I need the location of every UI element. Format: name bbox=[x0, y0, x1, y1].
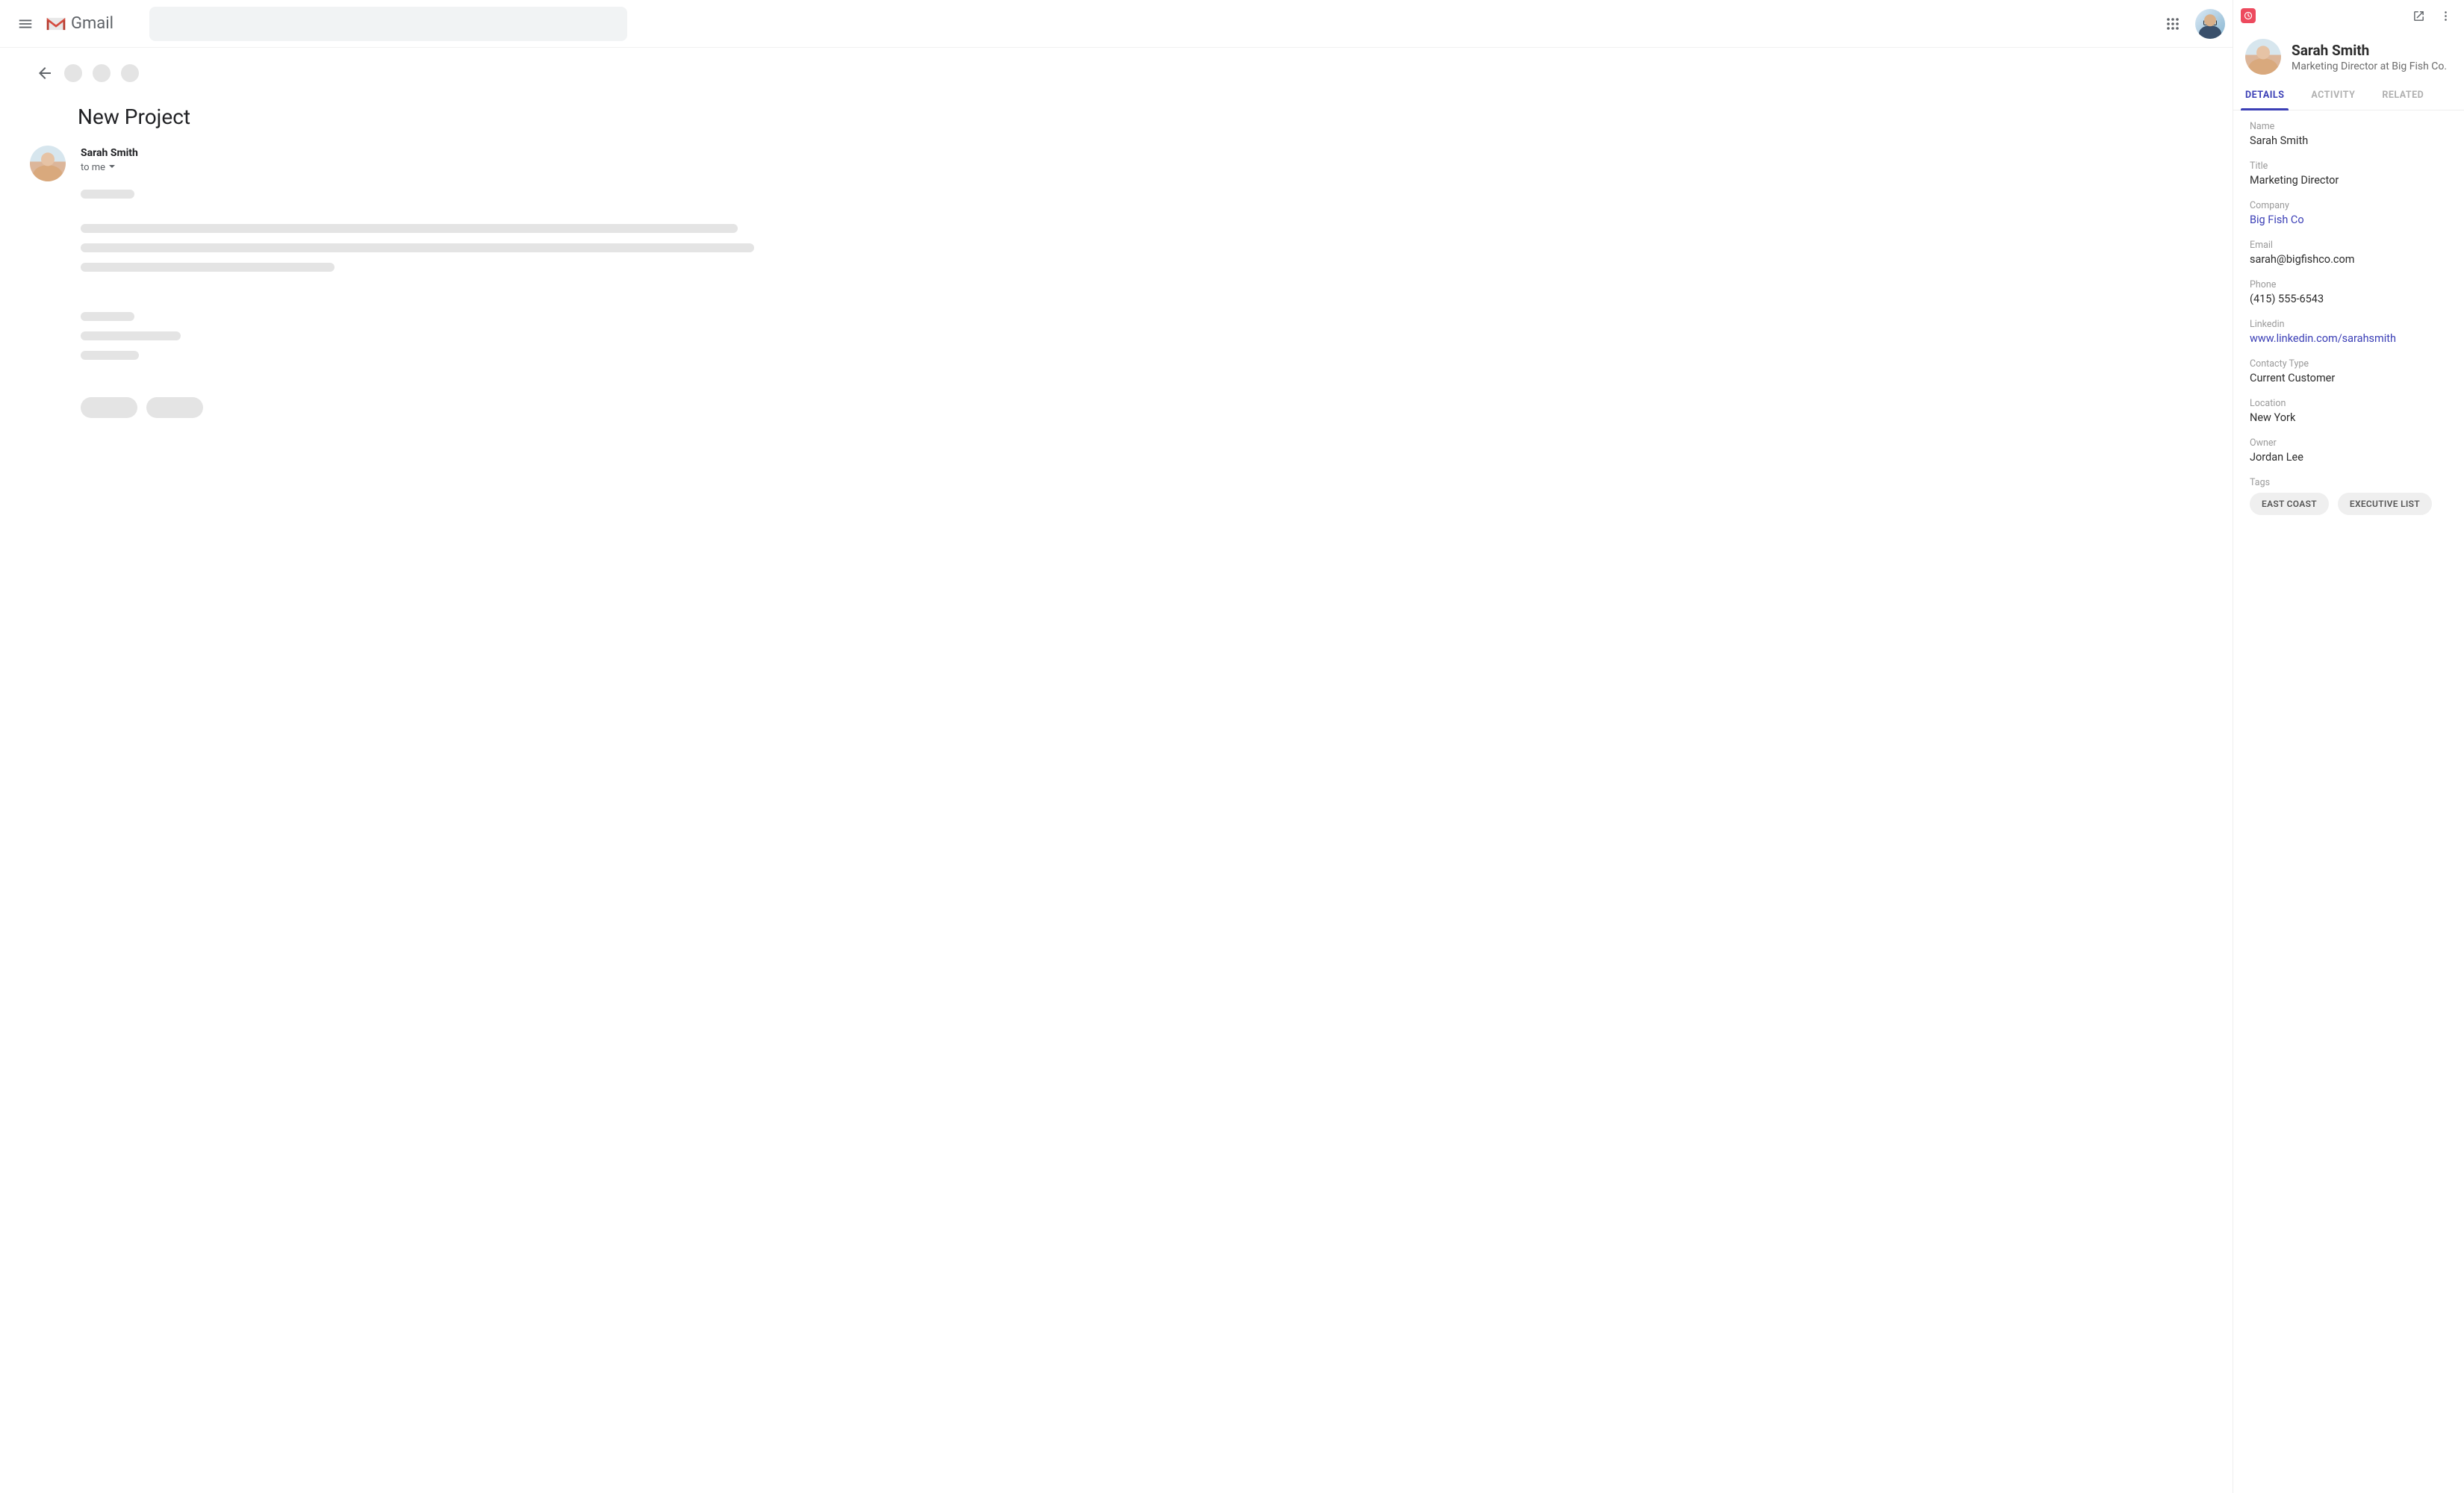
gmail-header: Gmail bbox=[0, 0, 2233, 48]
field-phone: Phone (415) 555-6543 bbox=[2250, 279, 2448, 305]
contact-subtitle: Marketing Director at Big Fish Co. bbox=[2292, 60, 2447, 72]
field-label: Location bbox=[2250, 398, 2448, 409]
gmail-logo-text: Gmail bbox=[71, 14, 113, 33]
contact-avatar[interactable] bbox=[2245, 39, 2281, 75]
main-menu-button[interactable] bbox=[7, 6, 43, 42]
hamburger-icon bbox=[17, 16, 34, 32]
gmail-app: Gmail New Project bbox=[0, 0, 2233, 1493]
to-line-text: to me bbox=[81, 162, 105, 173]
search-input[interactable] bbox=[149, 7, 627, 41]
reply-actions bbox=[81, 397, 2197, 418]
crm-brand-badge[interactable] bbox=[2241, 8, 2256, 23]
field-value: New York bbox=[2250, 411, 2448, 424]
open-external-icon bbox=[2412, 10, 2425, 22]
gmail-body: New Project Sarah Smith to me bbox=[0, 48, 2233, 1493]
google-apps-button[interactable] bbox=[2158, 9, 2188, 39]
field-value: (415) 555-6543 bbox=[2250, 293, 2448, 305]
more-vertical-icon bbox=[2439, 10, 2452, 22]
field-tags: Tags EAST COAST EXECUTIVE LIST bbox=[2250, 477, 2448, 515]
gmail-logo[interactable]: Gmail bbox=[45, 14, 113, 33]
panel-tabs: DETAILS ACTIVITY RELATED bbox=[2233, 79, 2464, 110]
contact-name: Sarah Smith bbox=[2292, 42, 2447, 59]
email-message: Sarah Smith to me bbox=[30, 146, 2197, 418]
field-contact-type: Contacty Type Current Customer bbox=[2250, 358, 2448, 384]
field-label: Contacty Type bbox=[2250, 358, 2448, 370]
apps-grid-icon bbox=[2166, 17, 2180, 31]
reply-button-placeholder[interactable] bbox=[81, 397, 137, 418]
field-title: Title Marketing Director bbox=[2250, 160, 2448, 187]
company-link[interactable]: Big Fish Co bbox=[2250, 213, 2448, 226]
panel-header bbox=[2233, 0, 2464, 31]
tab-details[interactable]: DETAILS bbox=[2245, 90, 2284, 110]
tab-activity[interactable]: ACTIVITY bbox=[2311, 90, 2355, 110]
back-button[interactable] bbox=[36, 64, 54, 82]
tag-chip[interactable]: EAST COAST bbox=[2250, 493, 2329, 515]
sender-avatar[interactable] bbox=[30, 146, 66, 181]
forward-button-placeholder[interactable] bbox=[146, 397, 203, 418]
field-label: Owner bbox=[2250, 437, 2448, 449]
tab-related[interactable]: RELATED bbox=[2382, 90, 2424, 110]
contact-header: Sarah Smith Marketing Director at Big Fi… bbox=[2233, 31, 2464, 79]
tag-chip[interactable]: EXECUTIVE LIST bbox=[2338, 493, 2432, 515]
chevron-down-icon bbox=[108, 162, 116, 173]
field-label: Title bbox=[2250, 160, 2448, 172]
contact-details: Name Sarah Smith Title Marketing Directo… bbox=[2233, 110, 2464, 1493]
field-value: Jordan Lee bbox=[2250, 451, 2448, 464]
field-value: Marketing Director bbox=[2250, 174, 2448, 187]
field-value: Sarah Smith bbox=[2250, 134, 2448, 147]
field-linkedin: Linkedin www.linkedin.com/sarahsmith bbox=[2250, 319, 2448, 345]
field-label: Name bbox=[2250, 121, 2448, 132]
arrow-left-icon bbox=[36, 64, 54, 82]
field-company: Company Big Fish Co bbox=[2250, 200, 2448, 226]
toolbar-action-placeholder[interactable] bbox=[121, 64, 139, 82]
linkedin-link[interactable]: www.linkedin.com/sarahsmith bbox=[2250, 332, 2448, 345]
field-label: Tags bbox=[2250, 477, 2448, 488]
field-label: Linkedin bbox=[2250, 319, 2448, 330]
field-label: Company bbox=[2250, 200, 2448, 211]
field-owner: Owner Jordan Lee bbox=[2250, 437, 2448, 464]
field-email: Email sarah@bigfishco.com bbox=[2250, 240, 2448, 266]
field-label: Email bbox=[2250, 240, 2448, 251]
field-label: Phone bbox=[2250, 279, 2448, 290]
recipients-toggle[interactable]: to me bbox=[81, 162, 2197, 173]
clock-icon bbox=[2244, 11, 2253, 20]
email-toolbar bbox=[36, 64, 2197, 82]
sender-name: Sarah Smith bbox=[81, 147, 2197, 159]
gmail-icon bbox=[45, 16, 67, 32]
crm-side-panel: Sarah Smith Marketing Director at Big Fi… bbox=[2233, 0, 2464, 1493]
email-body-placeholder bbox=[81, 190, 2197, 360]
field-location: Location New York bbox=[2250, 398, 2448, 424]
toolbar-action-placeholder[interactable] bbox=[93, 64, 111, 82]
field-name: Name Sarah Smith bbox=[2250, 121, 2448, 147]
field-value: sarah@bigfishco.com bbox=[2250, 253, 2448, 266]
open-external-button[interactable] bbox=[2407, 4, 2430, 27]
field-value: Current Customer bbox=[2250, 372, 2448, 384]
email-subject: New Project bbox=[78, 105, 2197, 129]
account-avatar[interactable] bbox=[2195, 9, 2225, 39]
toolbar-action-placeholder[interactable] bbox=[64, 64, 82, 82]
more-options-button[interactable] bbox=[2434, 4, 2457, 27]
